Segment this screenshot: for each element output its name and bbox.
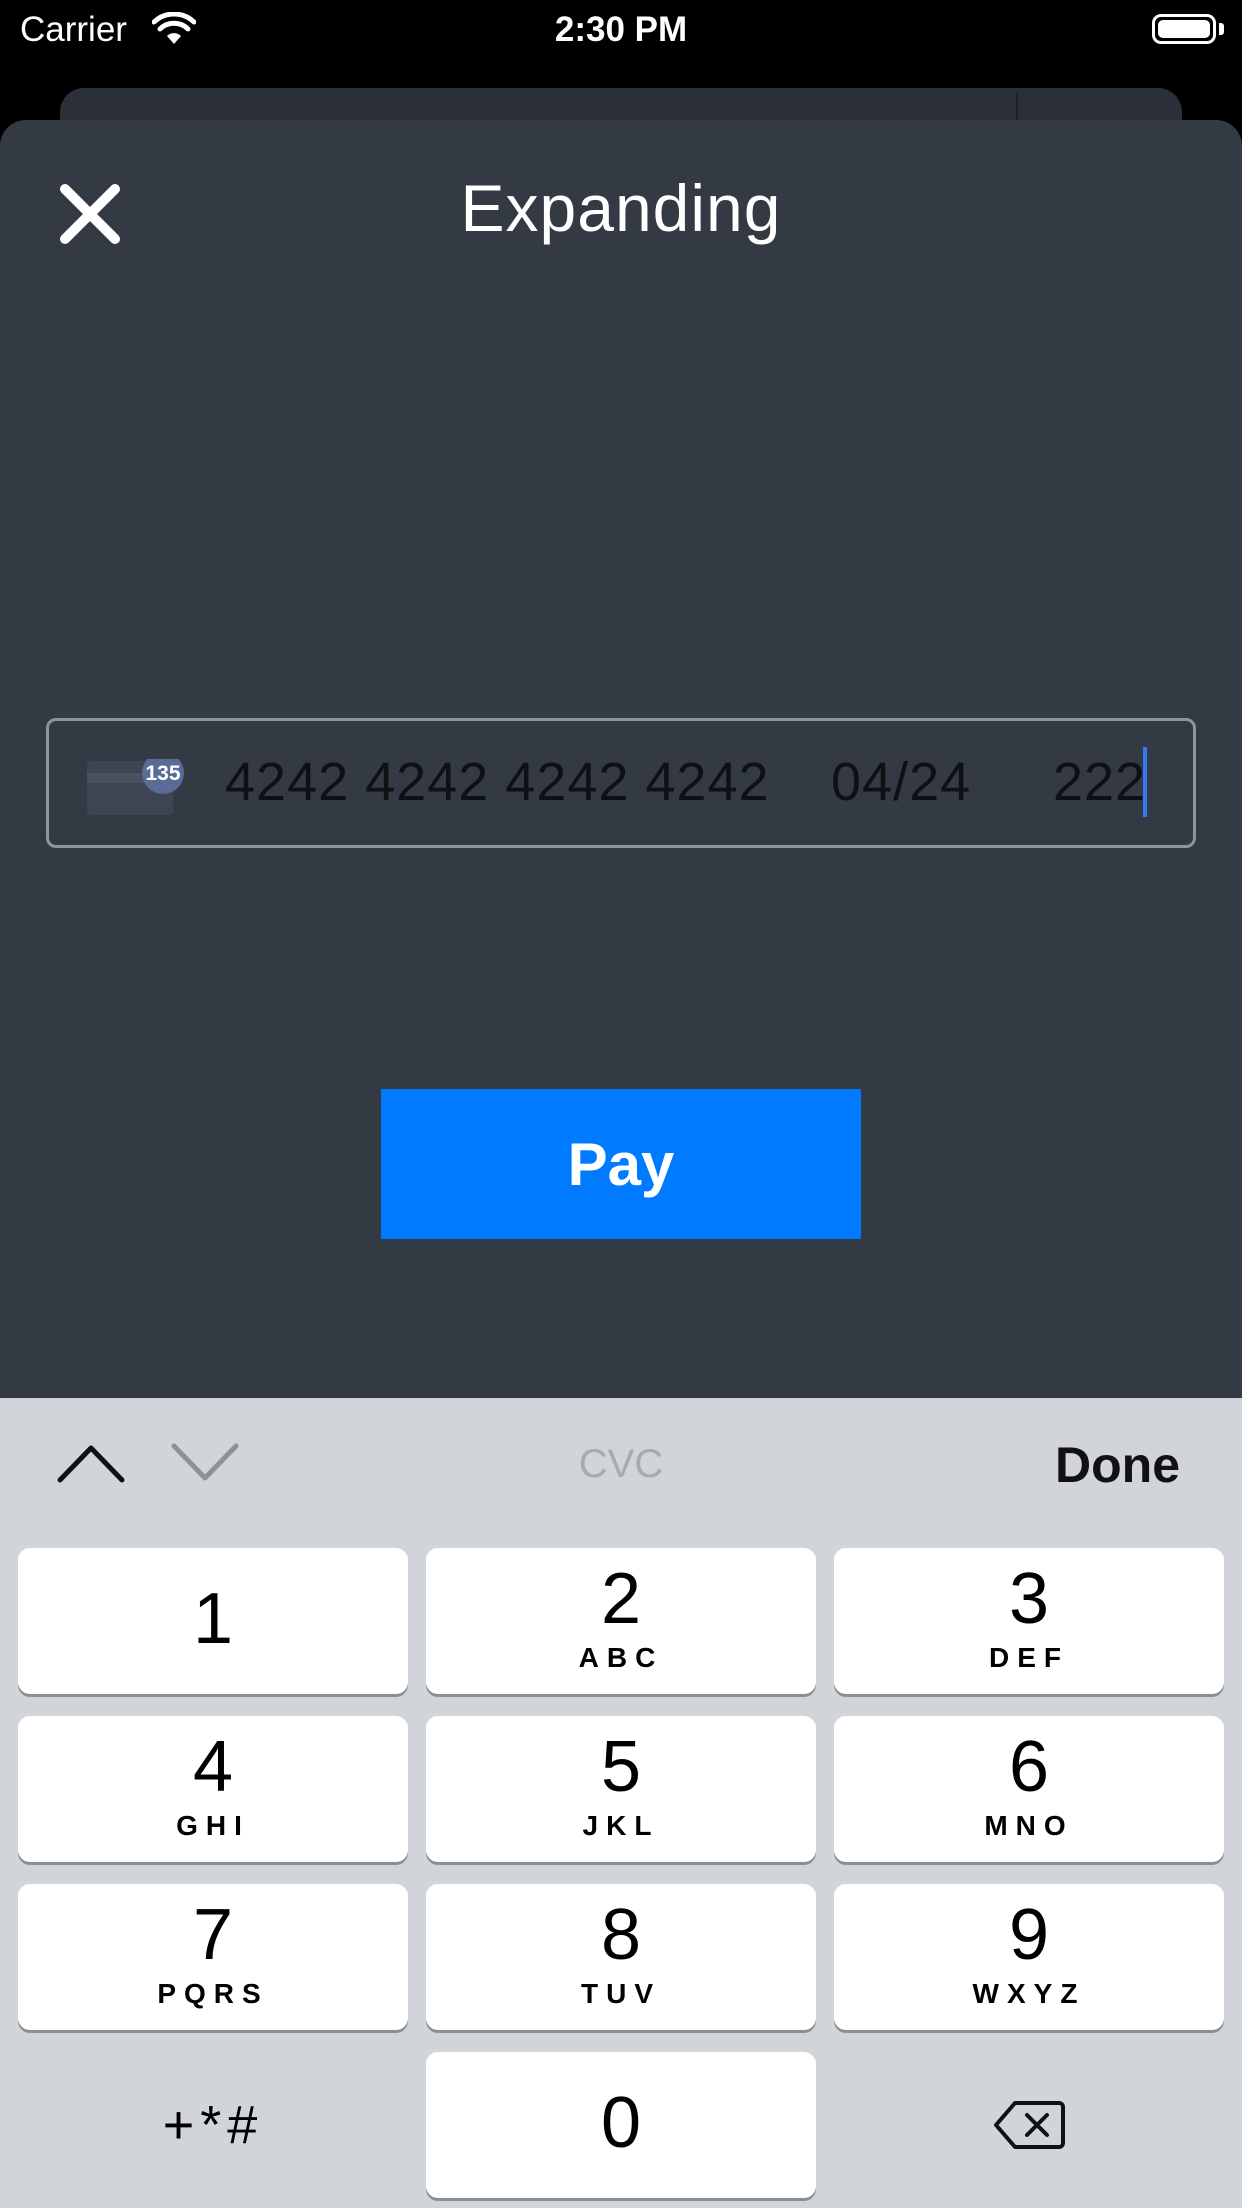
key-letters: PQRS xyxy=(157,1978,269,2009)
pay-button[interactable]: Pay xyxy=(381,1089,861,1239)
expiry-input[interactable]: 04/24 xyxy=(831,751,971,813)
key-8[interactable]: 8 TUV xyxy=(426,1884,816,2030)
backspace-icon xyxy=(994,2101,1065,2149)
key-2[interactable]: 2 ABC xyxy=(426,1548,816,1694)
page-title: Expanding xyxy=(460,171,782,245)
key-4[interactable]: 4 GHI xyxy=(18,1716,408,1862)
key-digit: 6 xyxy=(1008,1727,1050,1807)
cvc-badge-label: 135 xyxy=(145,762,180,785)
numeric-keyboard: CVC Done 1 2 ABC 3 DEF 4 GHI 5 JKL 6 MNO… xyxy=(0,1398,1242,2208)
backspace-key[interactable] xyxy=(834,2052,1224,2198)
key-letters: ABC xyxy=(578,1642,664,1673)
key-letters: TUV xyxy=(581,1978,661,2009)
keyboard-toolbar: CVC Done xyxy=(0,1398,1242,1530)
key-6[interactable]: 6 MNO xyxy=(834,1716,1224,1862)
key-digit: 9 xyxy=(1008,1895,1050,1975)
key-letters: JKL xyxy=(582,1810,660,1841)
clock: 2:30 PM xyxy=(554,10,688,49)
credit-card-icon: 135 xyxy=(87,752,187,819)
key-letters: WXYZ xyxy=(972,1978,1086,2009)
done-button[interactable]: Done xyxy=(1055,1436,1180,1494)
key-letters: GHI xyxy=(176,1810,250,1841)
battery-icon xyxy=(1152,14,1216,44)
card-input-field[interactable]: 135 4242 4242 4242 4242 04/24 222 xyxy=(46,718,1196,848)
symbols-label: +*# xyxy=(162,2095,264,2155)
key-7[interactable]: 7 PQRS xyxy=(18,1884,408,2030)
key-digit: 5 xyxy=(600,1727,642,1807)
key-letters: DEF xyxy=(989,1642,1069,1673)
key-5[interactable]: 5 JKL xyxy=(426,1716,816,1862)
cvc-input[interactable]: 222 xyxy=(1053,751,1146,813)
key-letters: MNO xyxy=(984,1810,1074,1841)
text-caret xyxy=(1143,747,1147,817)
card-number-input[interactable]: 4242 4242 4242 4242 xyxy=(225,751,770,813)
key-digit: 8 xyxy=(600,1895,642,1975)
symbols-key[interactable]: +*# xyxy=(18,2052,408,2198)
status-bar: Carrier 2:30 PM xyxy=(0,0,1242,62)
key-digit: 1 xyxy=(192,1579,234,1659)
key-1[interactable]: 1 xyxy=(18,1548,408,1694)
key-digit: 7 xyxy=(192,1895,234,1975)
key-3[interactable]: 3 DEF xyxy=(834,1548,1224,1694)
key-9[interactable]: 9 WXYZ xyxy=(834,1884,1224,2030)
key-digit: 2 xyxy=(600,1559,642,1639)
battery-nub xyxy=(1219,23,1224,35)
key-digit: 3 xyxy=(1008,1559,1050,1639)
key-digit: 4 xyxy=(192,1727,234,1807)
key-0[interactable]: 0 xyxy=(426,2052,816,2198)
key-digit: 0 xyxy=(600,2083,642,2163)
